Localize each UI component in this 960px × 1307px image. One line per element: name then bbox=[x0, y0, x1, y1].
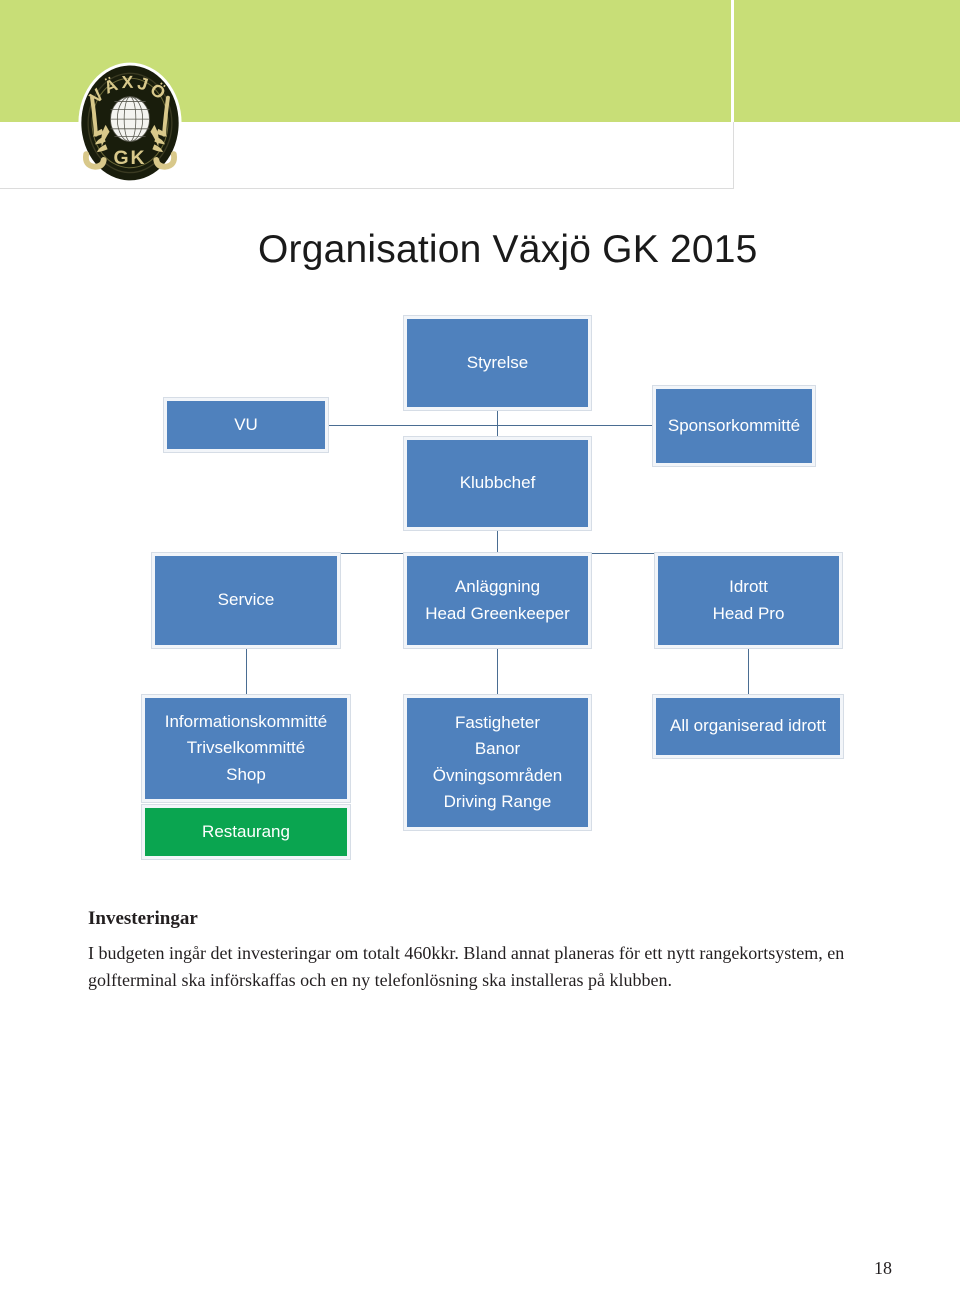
node-styrelse-label: Styrelse bbox=[466, 352, 529, 372]
node-service-sub-label-2: Trivselkommitté bbox=[186, 738, 306, 758]
vaxjo-gk-logo: VÄXJÖ GK bbox=[57, 48, 203, 196]
node-service[interactable]: Service bbox=[151, 552, 341, 649]
node-sponsorkommitte[interactable]: Sponsorkommitté bbox=[652, 385, 816, 467]
org-chart: Styrelse VU Sponsorkommitté Klubbchef Se… bbox=[0, 300, 960, 880]
node-anlaggning[interactable]: Anläggning Head Greenkeeper bbox=[403, 552, 592, 649]
chart-title: Organisation Växjö GK 2015 bbox=[258, 228, 758, 271]
section-heading-investeringar: Investeringar bbox=[88, 908, 198, 929]
document-text-block: Investeringar I budgeten ingår det inves… bbox=[88, 908, 888, 993]
connector-idrott-to-sub bbox=[748, 648, 749, 695]
node-idrott-sub[interactable]: All organiserad idrott bbox=[652, 694, 844, 759]
node-service-sub-label-3: Shop bbox=[226, 764, 266, 784]
page-number: 18 bbox=[874, 1258, 892, 1278]
node-anlaggning-sub-label-2: Banor bbox=[474, 739, 521, 759]
node-service-sub[interactable]: Informationskommitté Trivselkommitté Sho… bbox=[141, 694, 351, 803]
node-anlaggning-label-2: Head Greenkeeper bbox=[425, 603, 570, 623]
connector-styrelse-down bbox=[497, 410, 498, 425]
node-restaurang[interactable]: Restaurang bbox=[141, 804, 351, 860]
node-anlaggning-sub-label-1: Fastigheter bbox=[454, 712, 541, 732]
node-anlaggning-sub[interactable]: Fastigheter Banor Övningsområden Driving… bbox=[403, 694, 592, 831]
node-service-sub-label-1: Informationskommitté bbox=[164, 711, 328, 731]
node-anlaggning-sub-label-4: Driving Range bbox=[443, 791, 552, 811]
connector-vu-sponsor-horizontal bbox=[327, 425, 653, 426]
section-paragraph: I budgeten ingår det investeringar om to… bbox=[88, 943, 845, 990]
node-idrott-sub-label: All organiserad idrott bbox=[670, 716, 826, 736]
node-sponsorkommitte-label: Sponsorkommitté bbox=[667, 415, 801, 435]
node-restaurang-label: Restaurang bbox=[202, 821, 290, 841]
connector-service-to-sub bbox=[246, 648, 247, 695]
connector-spine-to-klubbchef bbox=[497, 425, 498, 437]
header-vertical-divider bbox=[731, 0, 734, 122]
node-klubbchef[interactable]: Klubbchef bbox=[403, 436, 592, 531]
connector-klubbchef-down bbox=[497, 530, 498, 553]
node-klubbchef-label: Klubbchef bbox=[459, 473, 536, 493]
node-styrelse[interactable]: Styrelse bbox=[403, 315, 592, 411]
svg-text:GK: GK bbox=[113, 147, 146, 169]
node-idrott-label-1: Idrott bbox=[729, 577, 768, 597]
connector-anlaggning-to-sub bbox=[497, 648, 498, 695]
node-service-label: Service bbox=[217, 590, 275, 610]
logo-emblem-icon: VÄXJÖ GK bbox=[78, 62, 182, 184]
node-idrott[interactable]: Idrott Head Pro bbox=[654, 552, 843, 649]
node-vu[interactable]: VU bbox=[163, 397, 329, 453]
node-vu-label: VU bbox=[234, 414, 258, 434]
node-idrott-label-2: Head Pro bbox=[712, 603, 785, 623]
node-anlaggning-sub-label-3: Övningsområden bbox=[432, 765, 563, 785]
node-anlaggning-label-1: Anläggning bbox=[454, 577, 541, 597]
